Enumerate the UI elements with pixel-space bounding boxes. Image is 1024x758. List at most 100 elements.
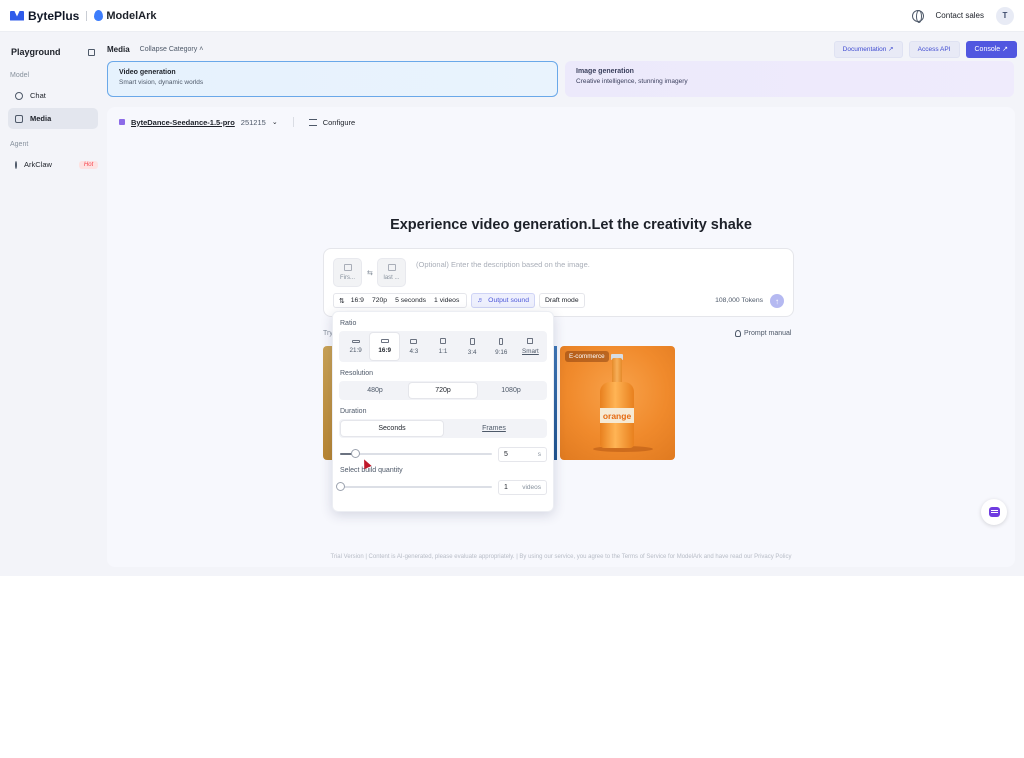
console-button[interactable]: Console ↗: [965, 40, 1017, 58]
ratio-option-label: 3:4: [467, 348, 477, 356]
sidebar: Playground Model Chat Media Agent ArkCla…: [0, 32, 106, 576]
sliders-icon[interactable]: [308, 118, 317, 126]
chat-support-button[interactable]: [981, 499, 1007, 525]
quantity-unit: videos: [522, 483, 541, 491]
prompt-manual-link[interactable]: Prompt manual: [735, 330, 791, 337]
duration-slider-row: 5 s: [339, 445, 547, 463]
brand-name: BytePlus: [28, 8, 80, 23]
contact-sales-link[interactable]: Contact sales: [936, 11, 984, 20]
ratio-option[interactable]: 9:16: [487, 333, 516, 360]
ratio-option[interactable]: 16:9: [370, 333, 400, 360]
globe-icon[interactable]: [911, 9, 924, 23]
quantity-label: Select build quantity: [340, 467, 403, 474]
duration-input[interactable]: 5 s: [498, 446, 547, 462]
category-badge: E-commerce: [565, 351, 609, 362]
duration-label: Duration: [340, 408, 367, 415]
image-icon: [387, 264, 396, 271]
modelark-logo[interactable]: ModelArk: [94, 10, 156, 22]
ratio-option[interactable]: 1:1: [428, 333, 457, 360]
prompt-input[interactable]: (Optional) Enter the description based o…: [416, 260, 590, 269]
sidebar-title: Playground: [11, 47, 61, 57]
chevron-down-icon[interactable]: ⌄: [272, 118, 278, 126]
divider: [292, 117, 294, 127]
model-version[interactable]: 251215: [241, 118, 266, 127]
count-value: 1 videos: [434, 297, 460, 304]
arrow-up-icon: ↑: [775, 296, 779, 306]
ratio-chip-icon: ⇅: [339, 297, 345, 305]
category-video-generation[interactable]: Video generation Smart vision, dynamic w…: [107, 61, 558, 97]
settings-popover: Ratio 21:9 16:9 4:3 1:1 3:4 9:16 Smart Resolut…: [332, 311, 554, 512]
ratio-option[interactable]: Smart: [516, 333, 545, 360]
ratio-option-label: Smart: [522, 348, 539, 355]
collapse-category-toggle[interactable]: Collapse Category ˄: [140, 46, 204, 53]
quantity-input-value: 1: [504, 483, 508, 491]
quantity-slider-handle[interactable]: [336, 482, 345, 491]
tab-seconds[interactable]: Seconds: [341, 421, 443, 436]
quantity-input[interactable]: 1 videos: [498, 479, 547, 495]
ratio-value: 16:9: [350, 297, 364, 304]
app-root: BytePlus ModelArk Contact sales T Playgr…: [0, 0, 1024, 576]
bottle-neck: [612, 358, 622, 384]
output-sound-label: Output sound: [488, 297, 529, 304]
example-card-ecommerce[interactable]: E-commerce orange: [560, 346, 675, 460]
sidebar-item-label: ArkClaw: [24, 160, 52, 169]
sidebar-collapse-icon[interactable]: [88, 48, 95, 56]
footer-notice: Trial Version | Content is AI-generated,…: [330, 554, 792, 560]
sidebar-item-chat[interactable]: Chat: [8, 85, 98, 106]
sidebar-item-arkclaw[interactable]: ArkClaw Hot: [8, 154, 99, 175]
category-image-generation[interactable]: Image generation Creative intelligence, …: [565, 61, 1014, 97]
ratio-option[interactable]: 21:9: [341, 333, 370, 360]
sidebar-header: Playground: [8, 40, 98, 60]
resolution-option[interactable]: 1080p: [477, 383, 545, 398]
settings-chip[interactable]: ⇅ 16:9 720p 5 seconds 1 videos: [333, 293, 468, 308]
bottle-label: orange: [600, 408, 634, 423]
last-frame-label: last ...: [383, 275, 400, 281]
model-selector-bar: ByteDance-Seedance-1.5-pro 251215 ⌄ Conf…: [119, 115, 355, 129]
duration-unit: s: [537, 450, 541, 458]
product-name: ModelArk: [106, 9, 157, 22]
draft-mode-toggle[interactable]: Draft mode: [538, 293, 585, 308]
main-header: Media Collapse Category ˄ Documentation …: [107, 40, 1017, 58]
resolution-option[interactable]: 480p: [341, 383, 409, 398]
quantity-slider[interactable]: [336, 482, 492, 491]
prompt-box: Firs... ⇆ last ... (Optional) Enter the …: [323, 248, 794, 317]
byteplus-logo-icon: [10, 10, 24, 21]
logo-divider: [86, 10, 88, 21]
last-frame-upload[interactable]: last ...: [377, 258, 406, 287]
sidebar-group-agent: Agent: [10, 141, 29, 148]
top-bar: BytePlus ModelArk Contact sales T: [0, 0, 1024, 32]
prompt-manual-label: Prompt manual: [744, 330, 792, 337]
configure-button[interactable]: Configure: [323, 118, 356, 127]
chat-icon: [15, 91, 23, 100]
byteplus-logo[interactable]: BytePlus: [10, 9, 79, 23]
aspect-ratio-icon: [351, 339, 360, 343]
message-icon: [988, 507, 1000, 517]
resolution-option[interactable]: 720p: [409, 383, 477, 398]
model-name[interactable]: ByteDance-Seedance-1.5-pro: [131, 118, 235, 127]
output-sound-toggle[interactable]: ♬ Output sound: [471, 293, 535, 308]
ratio-option[interactable]: 3:4: [458, 333, 487, 360]
aspect-ratio-icon: [380, 339, 389, 343]
swap-icon[interactable]: ⇆: [367, 269, 373, 277]
duration-slider[interactable]: [340, 449, 492, 458]
duration-value: 5 seconds: [395, 297, 427, 304]
sidebar-item-media[interactable]: Media: [8, 108, 98, 129]
category-title: Image generation: [576, 68, 634, 75]
speaker-icon: ♬: [477, 297, 485, 304]
aspect-ratio-icon: [469, 337, 475, 345]
tab-frames[interactable]: Frames: [443, 421, 545, 436]
send-button[interactable]: ↑: [770, 294, 784, 308]
ratio-option[interactable]: 4:3: [399, 333, 428, 360]
ratio-option-label: 21:9: [349, 346, 362, 354]
modelark-logo-icon: [94, 10, 104, 21]
duration-slider-handle[interactable]: [351, 449, 360, 458]
avatar[interactable]: T: [996, 6, 1014, 25]
resolution-label: Resolution: [340, 370, 374, 377]
first-frame-upload[interactable]: Firs...: [333, 258, 362, 287]
access-api-button[interactable]: Access API: [908, 40, 960, 58]
documentation-button[interactable]: Documentation ↗: [833, 40, 903, 58]
quantity-slider-row: 1 videos: [336, 478, 547, 496]
aspect-ratio-icon: [527, 338, 534, 344]
ratio-option-label: 16:9: [378, 347, 392, 354]
category-subtitle: Smart vision, dynamic worlds: [119, 79, 204, 86]
